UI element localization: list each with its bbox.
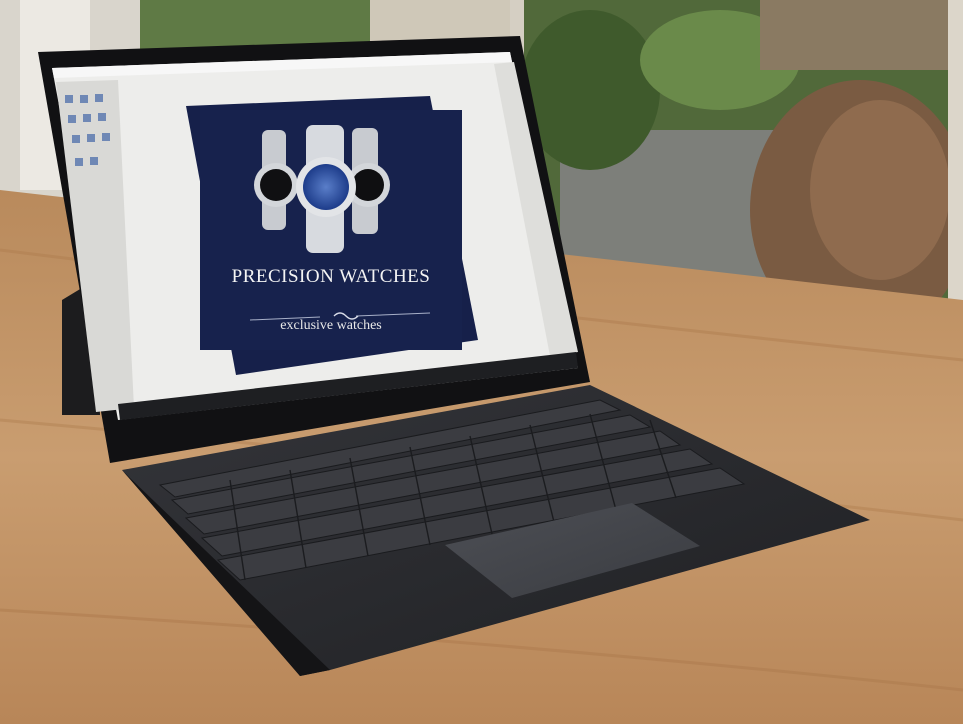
window-right-frame <box>948 0 963 330</box>
photo-scene: PRECISION WATCHES exclusive watches <box>0 0 963 724</box>
poster-title: PRECISION WATCHES <box>231 266 431 287</box>
photo-illustration <box>0 0 963 724</box>
hydrangea-shade <box>810 100 950 280</box>
poster-subtitle: exclusive watches <box>280 318 382 333</box>
fence <box>760 0 963 70</box>
